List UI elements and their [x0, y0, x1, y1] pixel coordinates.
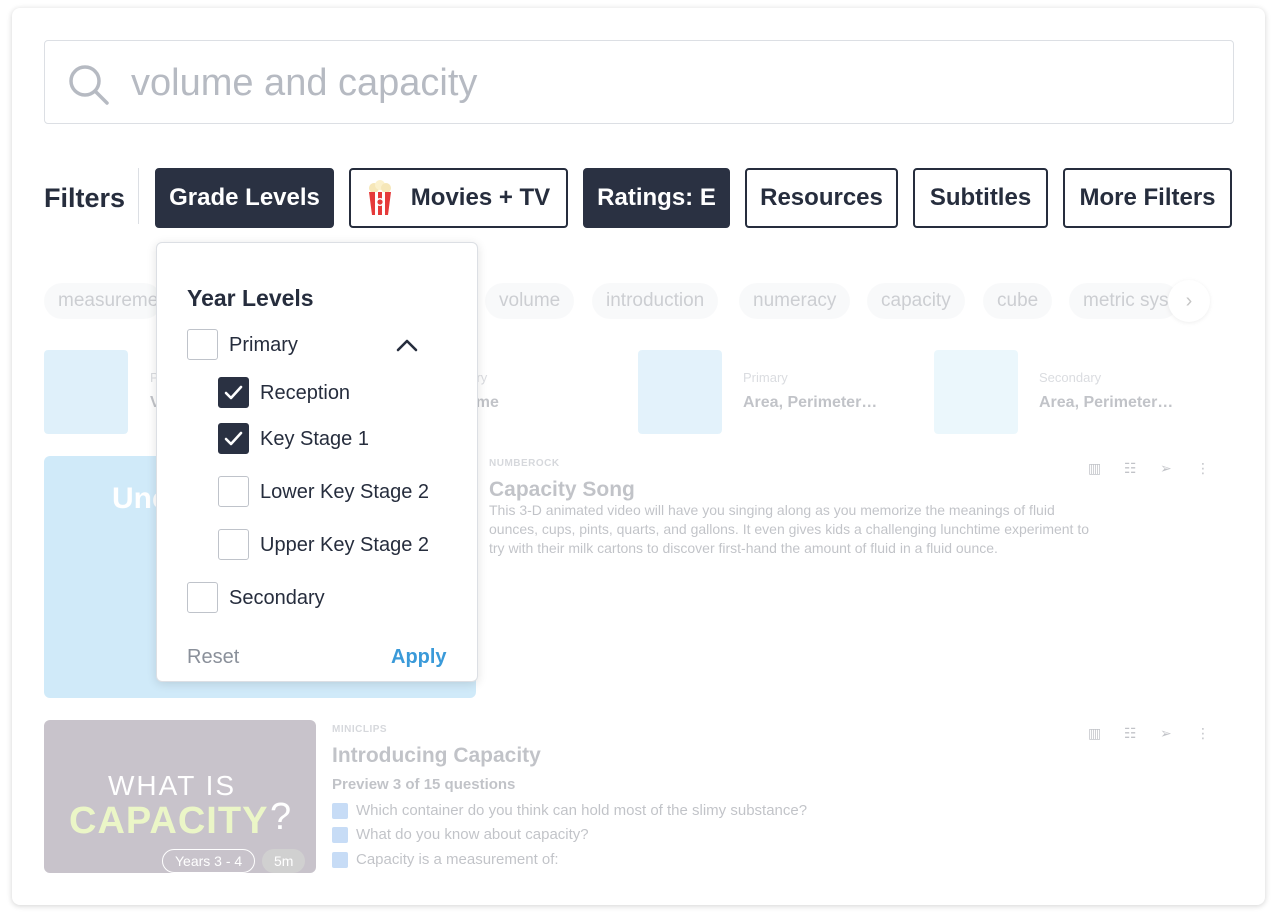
thumbnail-text: WHAT IS: [108, 770, 237, 801]
thumbnail-text: CAPACITY: [69, 800, 269, 842]
chevron-right-icon[interactable]: ›: [1168, 280, 1210, 322]
share-icon[interactable]: ➢: [1160, 725, 1176, 741]
reset-button[interactable]: Reset: [187, 646, 239, 669]
question-item: Which container do you think can hold mo…: [332, 802, 807, 819]
upper-key-stage-2-checkbox[interactable]: [218, 529, 249, 560]
chevron-up-icon[interactable]: [395, 337, 419, 353]
mini-card-level: Secondary: [1039, 370, 1102, 385]
tag-chip[interactable]: volume: [485, 283, 575, 319]
mini-card-level: Primary: [743, 370, 788, 385]
checkmark-icon: [224, 431, 243, 446]
upper-key-stage-2-label[interactable]: Upper Key Stage 2: [260, 534, 429, 557]
thumbnail-text: ?: [270, 796, 292, 838]
secondary-checkbox[interactable]: [187, 582, 218, 613]
dropdown-title: Year Levels: [187, 285, 314, 311]
lower-key-stage-2-checkbox[interactable]: [218, 476, 249, 507]
lower-key-stage-2-label[interactable]: Lower Key Stage 2: [260, 481, 429, 504]
question-icon: [332, 851, 348, 868]
tag-chip[interactable]: metric sys: [1069, 283, 1179, 319]
years-badge: Years 3 - 4: [162, 849, 256, 873]
resource-toolbar: ▥ ☷ ➢ ⋮: [1088, 460, 1212, 476]
resource-source: MINICLIPS: [332, 724, 388, 735]
question-icon: [332, 826, 348, 843]
apply-button[interactable]: Apply: [391, 646, 447, 669]
share-icon[interactable]: ➢: [1160, 460, 1176, 476]
stats-icon[interactable]: ▥: [1088, 460, 1104, 476]
mini-card-title[interactable]: Area, Perimeter…: [743, 394, 877, 412]
mini-card-thumbnail[interactable]: [44, 350, 128, 434]
mini-card-thumbnail[interactable]: [934, 350, 1018, 434]
more-options-icon[interactable]: ⋮: [1196, 460, 1212, 476]
more-options-icon[interactable]: ⋮: [1196, 725, 1212, 741]
tag-chip[interactable]: numeracy: [739, 283, 851, 319]
year-levels-dropdown: Year Levels Primary Reception Key Stage …: [156, 242, 478, 682]
reception-checkbox[interactable]: [218, 377, 249, 408]
tag-chip[interactable]: measureme: [44, 283, 162, 319]
resource-title[interactable]: Introducing Capacity: [332, 744, 541, 768]
resource-title[interactable]: Capacity Song: [489, 478, 635, 502]
search-card: Filters Grade Levels Movies + TV Ratings…: [12, 8, 1265, 905]
reception-label[interactable]: Reception: [260, 382, 350, 405]
key-stage-1-label[interactable]: Key Stage 1: [260, 428, 369, 451]
question-item: What do you know about capacity?: [332, 826, 589, 843]
primary-label[interactable]: Primary: [229, 334, 298, 357]
stats-icon[interactable]: ▥: [1088, 725, 1104, 741]
resource-thumbnail[interactable]: WHAT IS CAPACITY ? Years 3 - 4 5m: [44, 720, 316, 873]
checkmark-icon: [224, 385, 243, 400]
mini-card-title[interactable]: Area, Perimeter…: [1039, 394, 1173, 412]
resource-description: This 3-D animated video will have you si…: [489, 502, 1090, 556]
question-item: Capacity is a measurement of:: [332, 851, 559, 868]
tag-chip[interactable]: capacity: [867, 283, 965, 319]
tag-chip[interactable]: introduction: [592, 283, 719, 319]
tag-chip[interactable]: cube: [983, 283, 1053, 319]
add-to-list-icon[interactable]: ☷: [1124, 460, 1140, 476]
question-text: Capacity is a measurement of:: [356, 851, 559, 868]
question-icon: [332, 802, 348, 819]
key-stage-1-checkbox[interactable]: [218, 423, 249, 454]
question-text: Which container do you think can hold mo…: [356, 802, 808, 819]
secondary-label[interactable]: Secondary: [229, 587, 325, 610]
mini-card-thumbnail[interactable]: [638, 350, 722, 434]
resource-toolbar: ▥ ☷ ➢ ⋮: [1088, 725, 1212, 741]
resource-source: NUMBEROCK: [489, 458, 560, 469]
duration-badge: 5m: [262, 849, 306, 873]
question-text: What do you know about capacity?: [356, 826, 589, 843]
preview-label: Preview 3 of 15 questions: [332, 776, 516, 793]
primary-checkbox[interactable]: [187, 329, 218, 360]
add-to-list-icon[interactable]: ☷: [1124, 725, 1140, 741]
